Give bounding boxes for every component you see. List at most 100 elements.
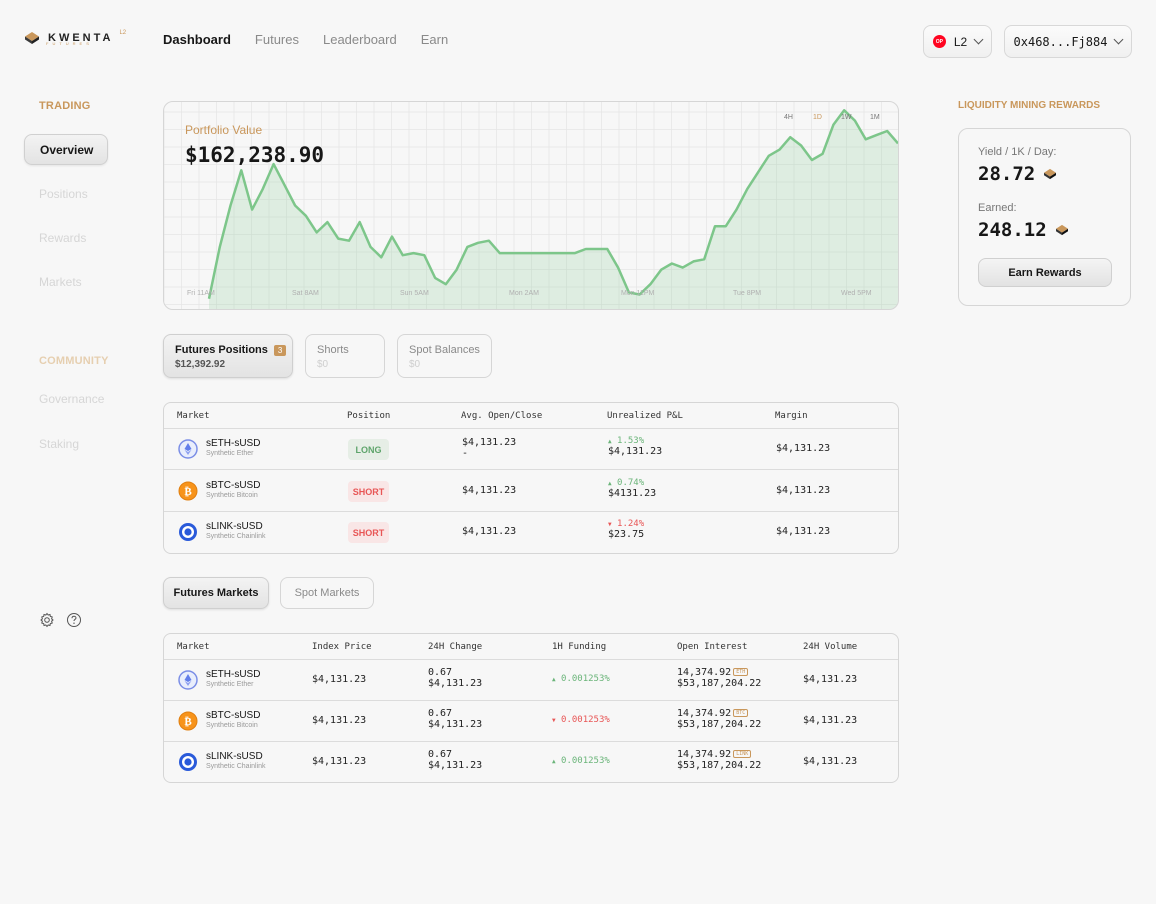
tab-shorts[interactable]: Shorts $0 <box>305 334 385 378</box>
market-name: sETH-sUSD <box>206 669 261 680</box>
nav-earn[interactable]: Earn <box>421 32 448 47</box>
tab-title: Shorts <box>317 344 349 356</box>
up-triangle-icon: ▲ <box>552 758 556 765</box>
logo[interactable]: KWENTA L2 FUTURES <box>24 30 126 46</box>
optimism-icon: OP <box>932 35 946 48</box>
earned-value: 248.12 <box>978 219 1047 241</box>
open-interest-usd: $53,187,204.22 <box>677 719 762 730</box>
change-amount: $4,131.23 <box>428 678 483 689</box>
portfolio-value: $162,238.90 <box>185 143 325 167</box>
x-tick: Mon 2AM <box>509 290 539 297</box>
x-tick: Tue 8PM <box>733 290 762 297</box>
x-tick: Wed 5PM <box>841 290 872 297</box>
yield-value: 28.72 <box>978 163 1036 185</box>
tab-title: Spot Balances <box>409 344 480 356</box>
col-24h-volume[interactable]: 24H Volume <box>803 642 857 652</box>
col-index-price[interactable]: Index Price <box>312 642 372 652</box>
portfolio-chart-card: Portfolio Value $162,238.90 4H 1D 1W 1M … <box>163 101 899 310</box>
chevron-down-icon <box>973 34 984 45</box>
table-row[interactable]: ₿ sBTC-sUSD Synthetic Bitcoin $4,131.23 0… <box>164 701 898 742</box>
network-selector[interactable]: OP L2 <box>923 25 992 58</box>
avg-close: - <box>462 448 469 459</box>
funding-rate: 0.001253% <box>561 756 610 766</box>
markets-table: Market Index Price 24H Change 1H Funding… <box>163 633 899 783</box>
x-tick: Mon 11PM <box>621 290 655 297</box>
nav-futures[interactable]: Futures <box>255 32 299 47</box>
pnl-percent: 1.53% <box>617 436 645 446</box>
table-row[interactable]: sETH-sUSD Synthetic Ether $4,131.23 0.67 $… <box>164 660 898 701</box>
sidebar-item-staking[interactable]: Staking <box>39 437 79 451</box>
table-row[interactable]: ₿ sBTC-sUSD Synthetic Bitcoin SHORT $4,13… <box>164 470 898 512</box>
tab-futures-positions[interactable]: Futures Positions 3 $12,392.92 <box>163 334 293 378</box>
timeframe-1d[interactable]: 1D <box>813 114 822 121</box>
sidebar-item-overview[interactable]: Overview <box>24 134 108 165</box>
btc-icon: ₿ <box>178 711 198 731</box>
change-amount: $4,131.23 <box>428 719 483 730</box>
volume-24h: $4,131.23 <box>803 674 858 685</box>
wallet-address: 0x468...Fj884 <box>1013 34 1108 49</box>
tab-futures-markets[interactable]: Futures Markets <box>163 577 269 609</box>
trading-heading: TRADING <box>39 100 91 112</box>
avg-open: $4,131.23 <box>462 526 517 537</box>
earned-label: Earned: <box>978 202 1017 214</box>
pnl-percent: 0.74% <box>617 478 645 488</box>
table-row[interactable]: sLINK-sUSD Synthetic Chainlink SHORT $4,1… <box>164 512 898 553</box>
rewards-card: Yield / 1K / Day: 28.72 Earned: 248.12 E… <box>958 128 1131 306</box>
col-market[interactable]: Market <box>177 411 210 421</box>
change-value: 0.67 <box>428 708 453 719</box>
col-market[interactable]: Market <box>177 642 210 652</box>
sidebar-item-governance[interactable]: Governance <box>39 392 104 406</box>
col-24h-change[interactable]: 24H Change <box>428 642 482 652</box>
up-triangle-icon: ▲ <box>552 676 556 683</box>
volume-24h: $4,131.23 <box>803 715 858 726</box>
positions-table: Market Position Avg. Open/Close Unrealiz… <box>163 402 899 554</box>
position-badge: SHORT <box>348 481 389 502</box>
yield-label: Yield / 1K / Day: <box>978 146 1057 158</box>
market-subtitle: Synthetic Bitcoin <box>206 722 258 729</box>
table-row[interactable]: sLINK-sUSD Synthetic Chainlink $4,131.23 … <box>164 742 898 782</box>
sidebar-item-rewards[interactable]: Rewards <box>39 231 86 245</box>
index-price: $4,131.23 <box>312 674 367 685</box>
tab-spot-markets[interactable]: Spot Markets <box>280 577 374 609</box>
open-interest-usd: $53,187,204.22 <box>677 678 762 689</box>
nav-leaderboard[interactable]: Leaderboard <box>323 32 397 47</box>
tab-spot-balances[interactable]: Spot Balances $0 <box>397 334 492 378</box>
market-name: sBTC-sUSD <box>206 480 261 491</box>
col-avg-open-close[interactable]: Avg. Open/Close <box>461 411 542 421</box>
nav-dashboard[interactable]: Dashboard <box>163 32 231 47</box>
market-name: sLINK-sUSD <box>206 751 263 762</box>
pnl-value: $4,131.23 <box>608 446 663 457</box>
eth-icon <box>178 439 198 459</box>
token-tag: ETH <box>733 668 749 676</box>
table-row[interactable]: sETH-sUSD Synthetic Ether LONG $4,131.23-… <box>164 429 898 470</box>
earn-rewards-button[interactable]: Earn Rewards <box>978 258 1112 287</box>
col-margin[interactable]: Margin <box>775 411 808 421</box>
yield-value-row: 28.72 <box>978 163 1057 185</box>
margin-value: $4,131.23 <box>776 526 831 537</box>
chevron-down-icon <box>1114 34 1124 45</box>
open-interest-usd: $53,187,204.22 <box>677 760 762 771</box>
svg-text:₿: ₿ <box>184 715 192 728</box>
funding-rate: 0.001253% <box>561 715 610 725</box>
gear-icon[interactable] <box>39 612 55 628</box>
rewards-title: LIQUIDITY MINING REWARDS <box>958 100 1101 111</box>
index-price: $4,131.23 <box>312 756 367 767</box>
sidebar-item-positions[interactable]: Positions <box>39 187 88 201</box>
timeframe-1w[interactable]: 1W <box>841 114 852 121</box>
timeframe-1m[interactable]: 1M <box>870 114 880 121</box>
col-position[interactable]: Position <box>347 411 390 421</box>
sidebar-item-markets[interactable]: Markets <box>39 275 82 289</box>
timeframe-4h[interactable]: 4H <box>784 114 793 121</box>
link-icon <box>179 753 197 771</box>
tab-value: $0 <box>409 359 421 370</box>
market-subtitle: Synthetic Ether <box>206 450 254 457</box>
position-badge: SHORT <box>348 522 389 543</box>
table-header: Market Position Avg. Open/Close Unrealiz… <box>164 403 898 429</box>
wallet-button[interactable]: 0x468...Fj884 <box>1004 25 1132 58</box>
tab-value: $12,392.92 <box>175 359 226 370</box>
col-open-interest[interactable]: Open Interest <box>677 642 747 652</box>
col-unrealized-pnl[interactable]: Unrealized P&L <box>607 411 683 421</box>
question-icon[interactable] <box>66 612 82 628</box>
tab-value: $0 <box>317 359 329 370</box>
col-1h-funding[interactable]: 1H Funding <box>552 642 606 652</box>
